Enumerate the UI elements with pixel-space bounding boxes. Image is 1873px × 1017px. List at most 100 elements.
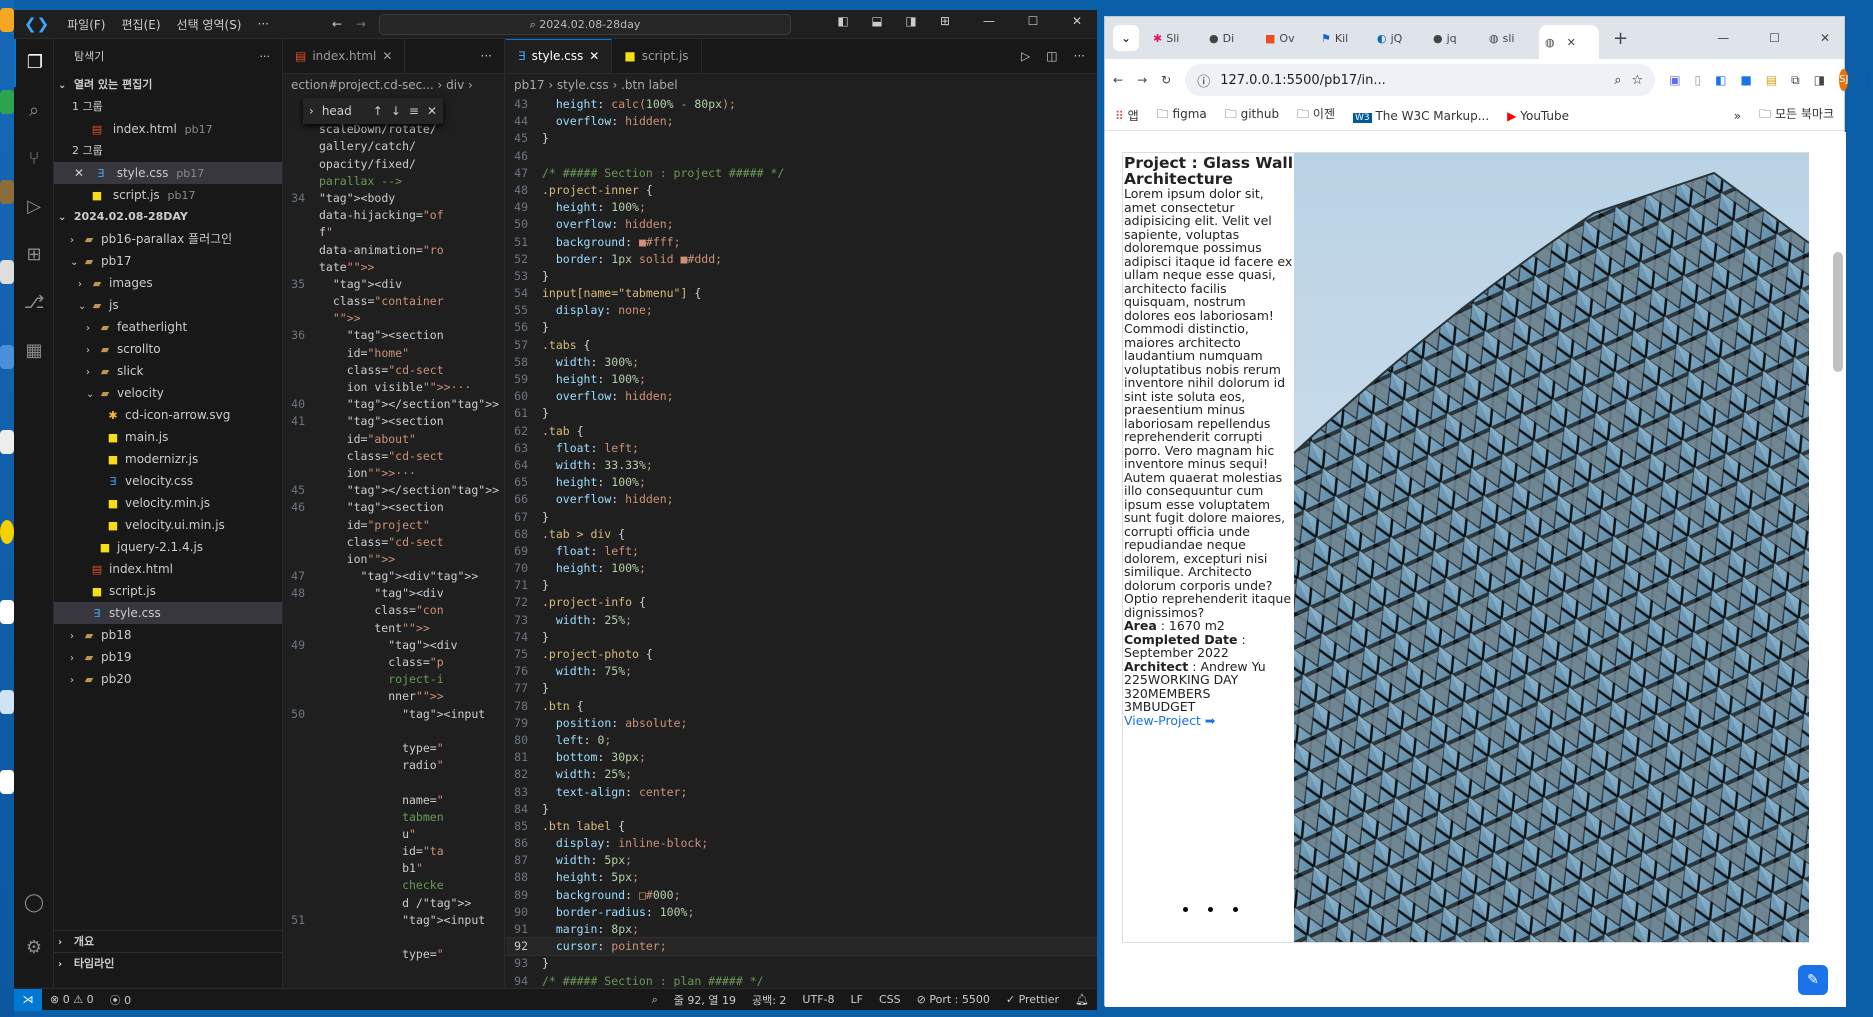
more-actions-icon[interactable]: ··· <box>260 39 271 74</box>
tab-style-css[interactable]: ∃ style.css ✕ <box>506 39 613 73</box>
code-line[interactable] <box>283 774 504 791</box>
bookmark-item[interactable]: 🗀︎ 이젠 <box>1297 105 1335 126</box>
back-icon[interactable]: ← <box>1113 73 1123 87</box>
code-line[interactable]: 34 "tag"><body <box>283 190 504 207</box>
code-line[interactable]: f" <box>283 224 504 241</box>
code-line[interactable] <box>283 723 504 740</box>
new-tab-icon[interactable]: + <box>1613 28 1628 49</box>
git-graph-icon[interactable]: ⎇ <box>14 279 54 327</box>
code-line[interactable]: 81 bottom: 30px; <box>506 749 1097 766</box>
profile-avatar[interactable]: SJ <box>1839 69 1849 91</box>
code-line[interactable]: nner"">> <box>283 688 504 705</box>
code-line[interactable]: class="con <box>283 602 504 619</box>
close-icon[interactable]: ✕ <box>1067 14 1087 28</box>
menu-icon[interactable]: ≡ <box>409 104 419 118</box>
code-line[interactable]: d /"tag">> <box>283 895 504 912</box>
code-line[interactable]: 62 .tab { <box>506 423 1097 440</box>
code-line[interactable]: ion"">>··· <box>283 465 504 482</box>
extension-icon[interactable]: ■ <box>1740 73 1751 87</box>
code-line[interactable]: 40 "tag"></section"tag">> <box>283 396 504 413</box>
code-line[interactable]: 90 border-radius: 100%; <box>506 904 1097 921</box>
code-line[interactable]: 71} <box>506 577 1097 594</box>
code-line[interactable]: 84} <box>506 801 1097 818</box>
close-icon[interactable]: ✕ <box>1567 36 1576 49</box>
code-line[interactable]: class="cd-sect <box>283 362 504 379</box>
address-bar[interactable]: ⓘ 127.0.0.1:5500/pb17/in... ⌕ ☆ <box>1185 64 1656 96</box>
code-line[interactable]: 93} <box>506 955 1097 972</box>
tree-item[interactable]: › ▰ slick <box>54 360 282 382</box>
code-line[interactable]: 41 "tag"><section <box>283 413 504 430</box>
indentation[interactable]: 공백: 2 <box>744 992 794 1008</box>
menu-more[interactable]: ··· <box>250 17 277 31</box>
code-line[interactable]: 85 .btn label { <box>506 818 1097 835</box>
code-line[interactable]: 63 float: left; <box>506 440 1097 457</box>
code-line[interactable]: 69 float: left; <box>506 543 1097 560</box>
code-line[interactable]: 44 overflow: hidden; <box>506 113 1097 130</box>
close-icon[interactable]: ✕ <box>427 104 443 118</box>
zoom-icon[interactable]: ⌕ <box>644 993 666 1007</box>
timeline-section[interactable]: › 타임라인 <box>54 952 283 974</box>
code-line[interactable]: tate"">> <box>283 259 504 276</box>
code-line[interactable]: id="ta <box>283 843 504 860</box>
code-line[interactable]: 86 display: inline-block; <box>506 835 1097 852</box>
code-line[interactable]: 45} <box>506 130 1097 147</box>
code-line[interactable]: 59 height: 100%; <box>506 371 1097 388</box>
view-project-link[interactable]: View-Project ➡ <box>1124 713 1215 728</box>
split-editor-icon[interactable]: ◫ <box>1046 39 1057 73</box>
code-line[interactable]: 47 /* ##### Section : project ##### */ <box>506 165 1097 182</box>
code-line[interactable]: class="container <box>283 293 504 310</box>
tree-item[interactable]: ⌄ ▰ velocity <box>54 382 282 404</box>
settings-gear-icon[interactable]: ⚙ <box>14 924 54 972</box>
code-line[interactable]: 88 height: 5px; <box>506 869 1097 886</box>
code-line[interactable]: 72 .project-info { <box>506 594 1097 611</box>
code-line[interactable]: id="about" <box>283 431 504 448</box>
workspace-section[interactable]: ⌄ 2024.02.08-28DAY <box>54 206 282 228</box>
maximize-icon[interactable]: ☐ <box>1023 14 1043 28</box>
browser-tab-active[interactable]: ◍ ✕ <box>1539 25 1599 59</box>
code-line[interactable]: 57 .tabs { <box>506 337 1097 354</box>
desktop-shortcut-icon[interactable] <box>0 430 14 454</box>
zoom-icon[interactable]: ⌕ <box>1614 73 1621 88</box>
code-line[interactable]: 49 "tag"><div <box>283 637 504 654</box>
minimize-icon[interactable]: — <box>979 14 999 28</box>
code-line[interactable]: 94 /* ##### Section : plan ##### */ <box>506 973 1097 987</box>
tree-item[interactable]: › ▰ pb16-parallax 플러그인 <box>54 228 282 250</box>
code-line[interactable]: 50 overflow: hidden; <box>506 216 1097 233</box>
code-line[interactable]: tabmen <box>283 809 504 826</box>
desktop-shortcut-icon[interactable] <box>0 520 14 544</box>
code-line[interactable]: 48 "tag"><div <box>283 585 504 602</box>
code-line[interactable]: 66 overflow: hidden; <box>506 491 1097 508</box>
run-debug-icon[interactable]: ▷ <box>14 183 54 231</box>
code-line[interactable]: 79 position: absolute; <box>506 715 1097 732</box>
account-icon[interactable]: ◯ <box>14 879 54 927</box>
code-line[interactable]: 56} <box>506 319 1097 336</box>
desktop-shortcut-icon[interactable] <box>0 260 14 284</box>
tree-item[interactable]: ∃ style.css <box>54 602 282 624</box>
code-line[interactable]: data-hijacking="of <box>283 207 504 224</box>
code-line[interactable]: 65 height: 100%; <box>506 474 1097 491</box>
scrollbar[interactable] <box>1833 252 1843 372</box>
ports-indicator[interactable]: ⦿ 0 <box>102 992 140 1008</box>
toggle-panel-icon[interactable]: ⬓ <box>867 14 887 28</box>
all-bookmarks[interactable]: 🗀︎ 모든 북마크 <box>1759 105 1834 126</box>
code-line[interactable]: tent"">> <box>283 620 504 637</box>
explorer-icon[interactable]: ❐ <box>14 39 54 87</box>
desktop-shortcut-icon[interactable] <box>0 8 14 32</box>
code-line[interactable]: 75 .project-photo { <box>506 646 1097 663</box>
more-actions-icon[interactable]: ··· <box>1074 39 1085 73</box>
tree-item[interactable]: ⌄ ▰ js <box>54 294 282 316</box>
code-line[interactable]: 36 "tag"><section <box>283 327 504 344</box>
end-of-line[interactable]: LF <box>843 993 871 1006</box>
arrow-down-icon[interactable]: ↓ <box>391 104 401 118</box>
run-icon[interactable]: ▷ <box>1021 39 1030 73</box>
search-view-icon[interactable]: ⌕ <box>14 87 54 135</box>
code-line[interactable]: class="p <box>283 654 504 671</box>
code-line[interactable]: gallery/catch/ <box>283 138 504 155</box>
tree-item[interactable]: ▤ index.html <box>54 558 282 580</box>
code-line[interactable]: 64 width: 33.33%; <box>506 457 1097 474</box>
chevron-right-icon[interactable]: › <box>309 104 314 118</box>
tree-item[interactable]: › ▰ images <box>54 272 282 294</box>
bookmark-item[interactable]: 🗀︎ figma <box>1157 105 1207 126</box>
code-line[interactable]: 49 height: 100%; <box>506 199 1097 216</box>
side-panel-icon[interactable]: ◨ <box>1814 73 1825 87</box>
